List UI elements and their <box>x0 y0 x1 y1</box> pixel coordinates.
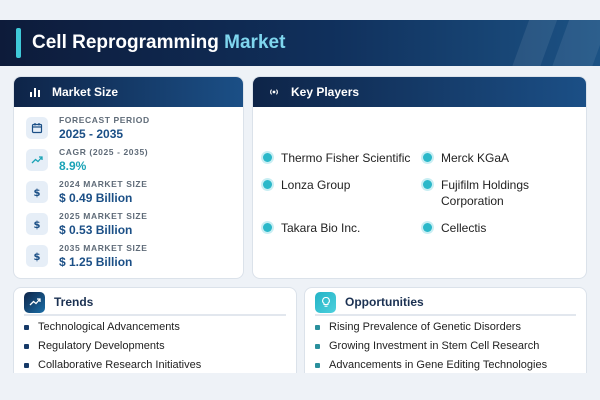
market-size-2025-label: 2025 MARKET SIZE <box>59 211 148 221</box>
dollar-icon: $ <box>26 245 48 267</box>
market-size-header: Market Size <box>14 77 243 107</box>
bullet-dot <box>263 223 272 232</box>
bullet-square <box>24 325 29 330</box>
market-size-card: Market Size FORECAST PERIOD 2025 - 2035 … <box>13 76 244 279</box>
cagr-value: 8.9% <box>59 159 87 173</box>
decor-stripe <box>507 20 561 66</box>
bullet-dot <box>263 180 272 189</box>
trends-card: Trends Technological Advancements Regula… <box>13 287 297 387</box>
title-accent-bar <box>16 28 21 58</box>
trends-title: Trends <box>54 295 94 309</box>
svg-text:$: $ <box>34 220 41 230</box>
key-player-item: Thermo Fisher Scientific <box>263 150 413 166</box>
market-size-2025-value: $ 0.53 Billion <box>59 223 133 237</box>
bullet-dot <box>423 180 432 189</box>
opportunities-card: Opportunities Rising Prevalence of Genet… <box>304 287 587 387</box>
page-title: Cell Reprogramming Market <box>32 32 286 53</box>
key-player-item: Merck KGaA <box>423 150 573 166</box>
broadcast-icon <box>267 85 281 99</box>
bullet-dot <box>263 153 272 162</box>
opportunities-header: Opportunities <box>315 290 576 316</box>
bar-chart-icon <box>28 85 42 99</box>
key-player-item: Takara Bio Inc. <box>263 220 413 236</box>
market-size-2024-label: 2024 MARKET SIZE <box>59 179 148 189</box>
svg-text:$: $ <box>34 252 41 262</box>
trending-up-icon <box>26 149 48 171</box>
market-size-2035-value: $ 1.25 Billion <box>59 255 133 269</box>
trending-up-icon <box>24 291 45 313</box>
list-item: Technological Advancements <box>24 321 201 340</box>
page-footer-area <box>0 373 600 400</box>
trends-list: Technological Advancements Regulatory De… <box>24 321 201 378</box>
opportunities-title: Opportunities <box>345 295 424 309</box>
bullet-square <box>315 344 320 349</box>
key-player-item: Cellectis <box>423 220 573 236</box>
opportunities-list: Rising Prevalence of Genetic Disorders G… <box>315 321 547 378</box>
cagr-label: CAGR (2025 - 2035) <box>59 147 149 157</box>
key-player-item: Lonza Group <box>263 177 413 193</box>
dollar-icon: $ <box>26 181 48 203</box>
dollar-icon: $ <box>26 213 48 235</box>
market-size-2035-label: 2035 MARKET SIZE <box>59 243 148 253</box>
list-item: Growing Investment in Stem Cell Research <box>315 340 547 359</box>
bullet-square <box>24 344 29 349</box>
key-player-item: Fujifilm Holdings Corporation <box>423 177 573 209</box>
market-size-title: Market Size <box>52 85 119 99</box>
bullet-square <box>24 363 29 368</box>
list-item: Regulatory Developments <box>24 340 201 359</box>
bullet-dot <box>423 223 432 232</box>
lightbulb-icon <box>315 291 336 313</box>
decor-stripe <box>547 20 600 66</box>
key-players-card: Key Players Thermo Fisher Scientific Mer… <box>252 76 587 279</box>
svg-text:$: $ <box>34 188 41 198</box>
market-size-2024-value: $ 0.49 Billion <box>59 191 133 205</box>
trends-header: Trends <box>24 290 286 316</box>
key-players-header: Key Players <box>253 77 586 107</box>
forecast-period-label: FORECAST PERIOD <box>59 115 150 125</box>
calendar-icon <box>26 117 48 139</box>
page-header: Cell Reprogramming Market <box>0 20 600 66</box>
bullet-square <box>315 325 320 330</box>
forecast-period-value: 2025 - 2035 <box>59 127 124 141</box>
key-players-title: Key Players <box>291 85 360 99</box>
bullet-square <box>315 363 320 368</box>
bullet-dot <box>423 153 432 162</box>
list-item: Rising Prevalence of Genetic Disorders <box>315 321 547 340</box>
